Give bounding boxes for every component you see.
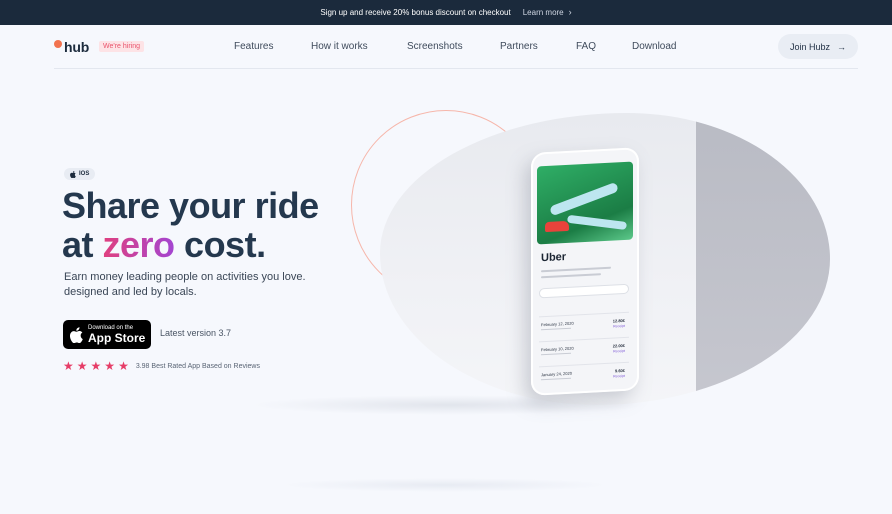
- learn-more-label: Learn more: [522, 8, 564, 17]
- star-icon: ★: [76, 359, 88, 373]
- headline-suffix: cost.: [174, 224, 266, 265]
- star-icon: ★: [104, 359, 116, 373]
- main-nav: Features How it works Screenshots Partne…: [0, 41, 892, 53]
- learn-more-link[interactable]: Learn more ›: [522, 7, 572, 18]
- announcement-bar: Sign up and receive 20% bonus discount o…: [0, 0, 892, 25]
- phone-text-line: [541, 266, 611, 273]
- footer-fade: [280, 478, 610, 492]
- subtext-line1: Earn money leading people on activities …: [64, 271, 306, 283]
- trip-receipt: Receipt: [613, 348, 625, 354]
- phone-app-title: Uber: [541, 250, 567, 265]
- headline-line1: Share your ride: [62, 185, 319, 226]
- phone-mockup: Uber February 12, 2020 12.80£ Receipt Fe…: [531, 147, 639, 396]
- blob-shadow-panel: [696, 113, 830, 405]
- trip-date: January 24, 2020: [541, 370, 572, 378]
- version-text: Latest version 3.7: [160, 328, 232, 338]
- phone-search-field: [539, 283, 629, 299]
- trip-price: 22.00£: [612, 342, 625, 349]
- headline-prefix: at: [62, 224, 103, 265]
- phone-trip-row: February 10, 2020 22.00£ Receipt: [539, 336, 629, 364]
- nav-item-faq[interactable]: FAQ: [576, 41, 596, 52]
- hero-subtext: Earn money leading people on activities …: [64, 270, 344, 300]
- nav-item-features[interactable]: Features: [234, 41, 273, 52]
- nav-item-download[interactable]: Download: [632, 41, 676, 52]
- trip-receipt: Receipt: [613, 323, 625, 329]
- trip-price: 9.60£: [614, 367, 625, 374]
- announcement-text: Sign up and receive 20% bonus discount o…: [320, 8, 511, 17]
- car-icon: [545, 220, 569, 233]
- apple-icon: [70, 326, 83, 343]
- nav-divider: [54, 68, 858, 69]
- star-icon: ★: [90, 359, 102, 373]
- platform-badge: IOS: [64, 168, 96, 180]
- nav-item-how-it-works[interactable]: How it works: [311, 41, 368, 52]
- page: Sign up and receive 20% bonus discount o…: [0, 0, 892, 514]
- join-button-label: Join Hubz: [789, 41, 831, 52]
- subtext-line2: designed and led by locals.: [64, 286, 197, 298]
- floor-shadow: [250, 395, 650, 415]
- trip-date: February 10, 2020: [541, 345, 574, 353]
- trip-subline: [541, 377, 571, 381]
- nav-item-screenshots[interactable]: Screenshots: [407, 41, 463, 52]
- road-shape: [549, 181, 619, 217]
- app-store-text: Download on the App Store: [88, 325, 145, 345]
- apple-icon: [70, 170, 76, 178]
- join-button[interactable]: Join Hubz →: [778, 34, 858, 59]
- phone-trip-row: January 24, 2020 9.60£ Receipt: [539, 361, 629, 389]
- app-store-big-label: App Store: [88, 330, 146, 345]
- trip-date: February 12, 2020: [541, 320, 574, 328]
- phone-illustration: [537, 161, 633, 245]
- trip-subline: [541, 352, 571, 356]
- trip-subline: [541, 327, 571, 331]
- road-shape: [566, 214, 628, 231]
- headline-accent: zero: [102, 224, 176, 265]
- platform-badge-label: IOS: [79, 171, 90, 177]
- hero-headline: Share your ride at zero cost.: [62, 186, 362, 264]
- rating: ★ ★ ★ ★ ★ 3.98 Best Rated App Based on R…: [63, 360, 260, 372]
- phone-text-line: [541, 273, 601, 279]
- chevron-right-icon: ›: [568, 7, 572, 17]
- arrow-right-icon: →: [837, 41, 847, 52]
- trip-price: 12.80£: [612, 317, 625, 324]
- star-icon: ★: [118, 359, 129, 373]
- phone-trip-row: February 12, 2020 12.80£ Receipt: [539, 311, 629, 339]
- rating-text: 3.98 Best Rated App Based on Reviews: [135, 362, 260, 370]
- nav-item-partners[interactable]: Partners: [500, 41, 538, 52]
- star-icon: ★: [63, 359, 74, 373]
- trip-receipt: Receipt: [613, 373, 625, 379]
- app-store-button[interactable]: Download on the App Store: [63, 320, 151, 349]
